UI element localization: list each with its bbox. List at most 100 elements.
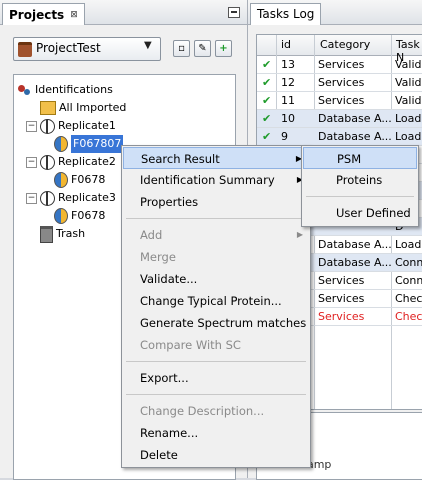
briefcase-icon — [18, 42, 32, 57]
table-row[interactable]: ✔ 12 Services Validat — [257, 74, 422, 92]
identifications-icon — [18, 83, 32, 97]
tree-node-trash[interactable]: Trash — [40, 225, 85, 243]
collapse-icon[interactable]: − — [26, 120, 37, 132]
cell-category: Database A... — [318, 256, 392, 269]
menu-item-search-result[interactable]: Search Result ▶ — [123, 147, 309, 169]
cell-category: Services — [318, 58, 365, 71]
tree-node-label: Replicate2 — [58, 155, 116, 168]
menu-item-label: Validate... — [140, 272, 198, 286]
table-row[interactable]: ✔ 11 Services Validat — [257, 92, 422, 110]
search-result-icon — [54, 136, 68, 152]
menu-item-change-typical-protein[interactable]: Change Typical Protein... — [123, 290, 309, 312]
tree-node-file[interactable]: F0678 — [54, 207, 105, 225]
cell-task: Validat — [395, 58, 422, 71]
projects-tab-bar: Projects ⊠ — [0, 0, 247, 25]
submenu-arrow-icon: ▶ — [296, 230, 303, 239]
tree-node-replicate1[interactable]: − Replicate1 — [26, 117, 116, 135]
menu-separator — [126, 394, 306, 395]
tree-node-file[interactable]: F067807 — [54, 135, 124, 153]
close-icon[interactable]: ⊠ — [70, 5, 78, 25]
menu-item-label: Delete — [140, 448, 178, 462]
tree-node-all-imported[interactable]: All Imported — [40, 99, 126, 117]
tree-node-identifications[interactable]: Identifications — [18, 81, 113, 99]
menu-separator — [126, 218, 306, 219]
cell-task: Validat — [395, 94, 422, 107]
cell-id: 10 — [281, 112, 295, 125]
menu-item-properties[interactable]: Properties — [123, 191, 309, 213]
menu-item-label: Rename... — [140, 426, 199, 440]
menu-item-validate[interactable]: Validate... — [123, 268, 309, 290]
replicate-icon — [40, 118, 55, 134]
cell-task: Validat — [395, 76, 422, 89]
add-project-button[interactable]: + — [215, 40, 232, 57]
cell-task: Conne — [395, 274, 422, 287]
cell-category: Services — [318, 94, 365, 107]
cell-task: Check — [395, 310, 422, 323]
collapse-icon[interactable]: − — [26, 192, 37, 204]
search-result-icon — [54, 172, 68, 188]
menu-item-label: User Defined — [336, 206, 411, 220]
menu-item-label: PSM — [337, 152, 362, 166]
cell-task: Load S — [395, 130, 422, 143]
menu-item-label: Export... — [140, 371, 189, 385]
collapse-icon[interactable]: − — [26, 156, 37, 168]
cell-task: Check — [395, 292, 422, 305]
menu-item-label: Change Typical Protein... — [140, 294, 282, 308]
tree-node-file[interactable]: F0678 — [54, 171, 105, 189]
tree-node-label: F0678 — [71, 173, 106, 186]
tab-projects[interactable]: Projects ⊠ — [2, 3, 85, 25]
cell-category: Database A... — [318, 238, 392, 251]
menu-item-label: Search Result — [141, 152, 220, 166]
menu-separator — [306, 196, 414, 197]
cell-category: Database A... — [318, 130, 392, 143]
cell-category: Services — [318, 274, 365, 287]
menu-item-label: Generate Spectrum matches — [140, 316, 307, 330]
cell-id: 12 — [281, 76, 295, 89]
menu-item-compare-with-sc: Compare With SC — [123, 334, 309, 356]
menu-item-change-description: Change Description... — [123, 400, 309, 422]
column-header-id[interactable]: id — [281, 38, 291, 51]
submenu-item-proteins[interactable]: Proteins — [303, 169, 417, 191]
context-menu: Search Result ▶ Identification Summary ▶ Pro… — [121, 145, 311, 468]
tree-node-label: Replicate1 — [58, 119, 116, 132]
menu-item-export[interactable]: Export... — [123, 367, 309, 389]
tree-node-replicate3[interactable]: − Replicate3 — [26, 189, 116, 207]
menu-item-identification-summary[interactable]: Identification Summary ▶ — [123, 169, 309, 191]
cell-category: Services — [318, 310, 365, 323]
tree-node-label: Replicate3 — [58, 191, 116, 204]
menu-item-generate-spectrum-matches[interactable]: Generate Spectrum matches — [123, 312, 309, 334]
project-combo[interactable]: ProjectTest ▼ — [13, 37, 161, 61]
cell-id: 9 — [281, 130, 288, 143]
submenu-item-user-defined[interactable]: User Defined — [303, 202, 417, 224]
menu-item-label: Proteins — [336, 173, 383, 187]
tree-node-label: Identifications — [35, 83, 113, 96]
tree-node-replicate2[interactable]: − Replicate2 — [26, 153, 116, 171]
tree-node-label: Trash — [56, 227, 86, 240]
table-row[interactable]: ✔ 13 Services Validat — [257, 56, 422, 74]
check-icon: ✔ — [262, 58, 272, 71]
tree-node-label: F067807 — [71, 135, 124, 153]
column-header-category[interactable]: Category — [320, 38, 370, 51]
cell-task: Load S — [395, 112, 422, 125]
menu-item-label: Properties — [140, 195, 199, 209]
check-icon: ✔ — [262, 112, 272, 125]
minimize-icon[interactable] — [228, 7, 240, 18]
menu-item-delete[interactable]: Delete — [123, 444, 309, 466]
edit-project-button[interactable]: ✎ — [194, 40, 211, 57]
tab-tasks-log[interactable]: Tasks Log — [250, 3, 322, 25]
check-icon: ✔ — [262, 94, 272, 107]
menu-item-rename[interactable]: Rename... — [123, 422, 309, 444]
cell-id: 11 — [281, 94, 295, 107]
chevron-down-icon[interactable]: ▼ — [144, 40, 152, 51]
tree-node-label: F0678 — [71, 209, 106, 222]
cell-id: 13 — [281, 58, 295, 71]
trash-icon — [40, 225, 53, 243]
submenu-item-psm[interactable]: PSM — [303, 147, 417, 169]
new-project-button[interactable]: ▫ — [173, 40, 190, 57]
project-combo-value: ProjectTest — [36, 41, 101, 55]
search-result-icon — [54, 208, 68, 224]
table-header: id Category Task N — [257, 35, 422, 64]
check-icon: ✔ — [262, 130, 272, 143]
table-row[interactable]: ✔ 10 Database A...Load S — [257, 110, 422, 128]
table-row[interactable]: ✔ 9 Database A...Load S — [257, 128, 422, 146]
